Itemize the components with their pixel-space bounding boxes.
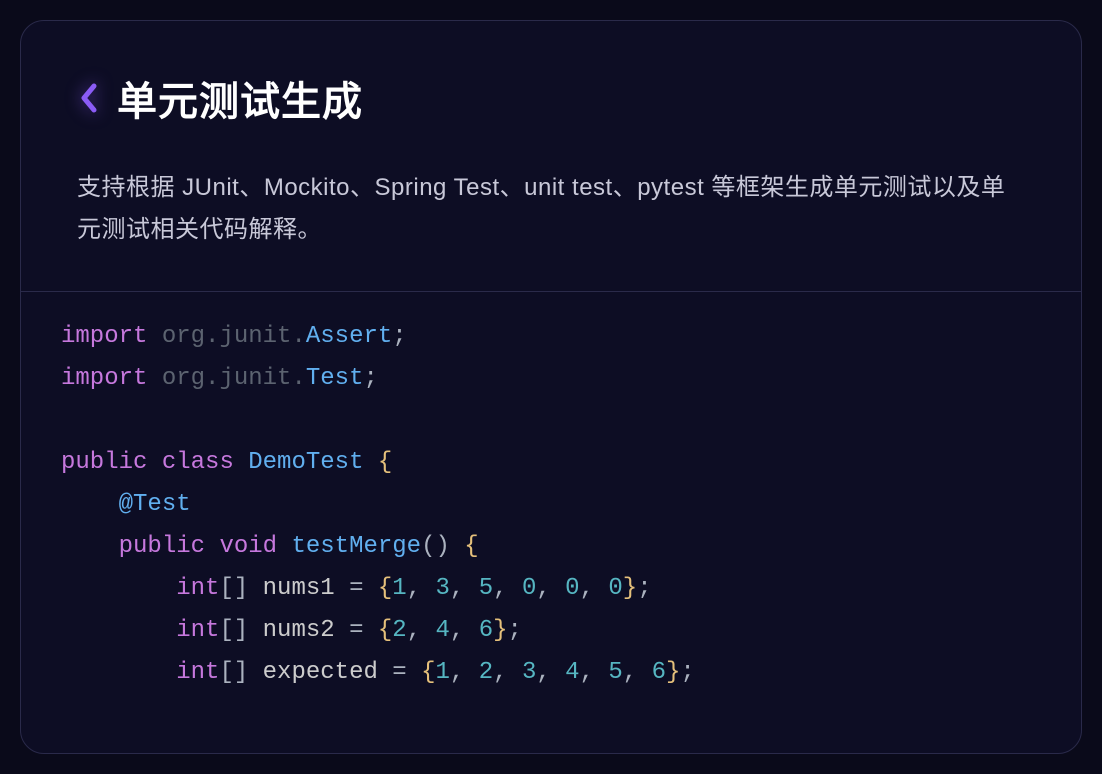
annotation: @Test — [119, 491, 191, 518]
feature-card: 单元测试生成 支持根据 JUnit、Mockito、Spring Test、un… — [20, 20, 1082, 754]
title-row: 单元测试生成 — [77, 69, 1025, 127]
class-ref: Assert — [306, 323, 392, 350]
package-path: org.junit. — [162, 365, 306, 392]
card-title: 单元测试生成 — [117, 69, 363, 127]
code-block: import org.junit.Assert; import org.juni… — [21, 292, 1081, 753]
class-name: DemoTest — [248, 449, 363, 476]
keyword: public — [119, 533, 205, 560]
chevron-left-icon — [77, 80, 101, 116]
method-name: testMerge — [291, 533, 421, 560]
keyword: class — [162, 449, 234, 476]
keyword: import — [61, 365, 147, 392]
keyword: public — [61, 449, 147, 476]
keyword: void — [219, 533, 277, 560]
type-keyword: int — [176, 617, 219, 644]
keyword: import — [61, 323, 147, 350]
type-keyword: int — [176, 659, 219, 686]
card-header: 单元测试生成 支持根据 JUnit、Mockito、Spring Test、un… — [21, 21, 1081, 292]
type-keyword: int — [176, 575, 219, 602]
variable: nums2 — [263, 617, 335, 644]
variable: nums1 — [263, 575, 335, 602]
variable: expected — [263, 659, 378, 686]
card-description: 支持根据 JUnit、Mockito、Spring Test、unit test… — [77, 167, 1025, 251]
class-ref: Test — [306, 365, 364, 392]
package-path: org.junit. — [162, 323, 306, 350]
